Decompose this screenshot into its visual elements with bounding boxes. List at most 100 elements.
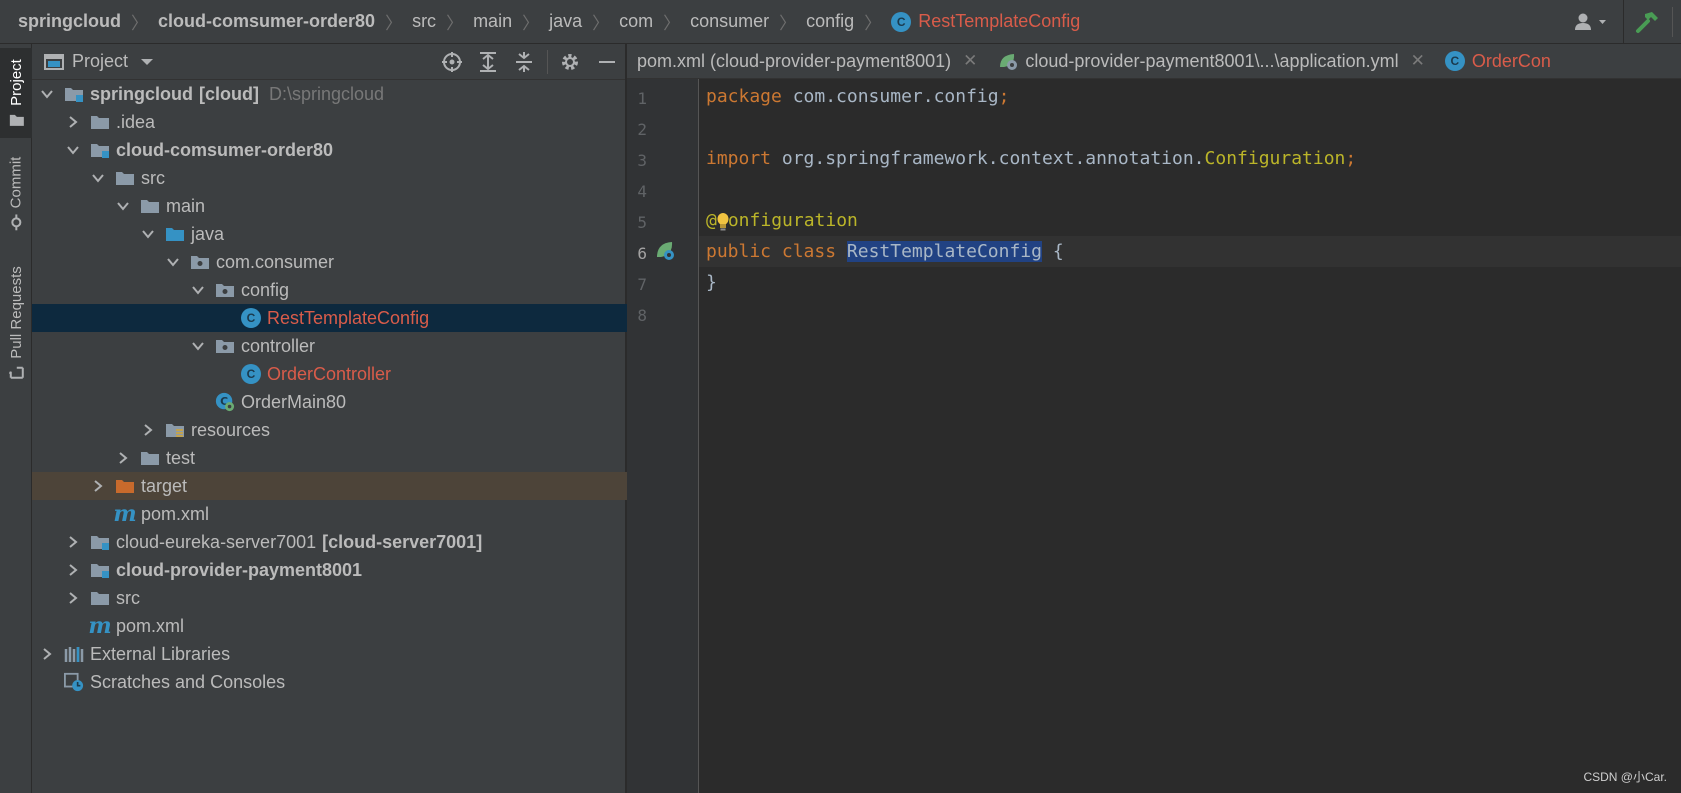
chevron-right-icon[interactable] — [64, 113, 82, 131]
editor-tab-bar: pom.xml (cloud-provider-payment8001) ✕ c… — [627, 44, 1681, 79]
breadcrumb-separator: 〉 — [864, 14, 882, 33]
package-icon — [215, 336, 235, 356]
chevron-right-icon[interactable] — [139, 421, 157, 439]
tree-row-cloud-eureka-server7001[interactable]: cloud-eureka-server7001 [cloud-server700… — [32, 528, 657, 556]
editor-tab-label: cloud-provider-payment8001\...\applicati… — [1025, 50, 1399, 71]
editor-tab-pom-xml[interactable]: pom.xml (cloud-provider-payment8001) ✕ — [627, 44, 987, 78]
tree-row-label: com.consumer — [216, 251, 335, 272]
chevron-down-icon[interactable] — [89, 169, 107, 187]
chevron-down-icon[interactable] — [139, 225, 157, 243]
tree-row-cloud-comsumer-order80[interactable]: cloud-comsumer-order80 — [32, 136, 657, 164]
crosshair-icon — [442, 52, 462, 72]
project-panel-title: Project — [72, 51, 129, 71]
chevron-down-icon[interactable] — [189, 337, 207, 355]
code-token: org.springframework.context.annotation. — [771, 148, 1205, 169]
tree-row-label: target — [141, 475, 188, 496]
tree-row-src[interactable]: src — [32, 164, 682, 192]
chevron-down-icon[interactable] — [64, 141, 82, 159]
editor-tab-application-yml[interactable]: cloud-provider-payment8001\...\applicati… — [987, 44, 1434, 78]
tool-tab-project[interactable]: Project — [0, 48, 32, 138]
breadcrumb-rest-template-config[interactable]: C RestTemplateConfig — [891, 11, 1080, 32]
chevron-right-icon[interactable] — [114, 449, 132, 467]
tree-row-label: controller — [241, 335, 316, 356]
module-folder-icon — [90, 560, 110, 580]
tree-row-label: cloud-comsumer-order80 — [116, 139, 334, 160]
breadcrumb-java[interactable]: java — [549, 11, 582, 32]
chevron-down-icon[interactable] — [189, 281, 207, 299]
breadcrumb-springcloud[interactable]: springcloud — [18, 11, 121, 32]
folder-icon — [90, 588, 110, 608]
toolbar-overflow[interactable] — [1672, 7, 1681, 37]
breadcrumb-separator: 〉 — [663, 14, 681, 33]
collapse-all-button[interactable] — [511, 50, 537, 74]
code-token: ; — [998, 86, 1010, 107]
bulb-icon[interactable] — [717, 212, 729, 230]
tree-row-main[interactable]: main — [32, 192, 707, 220]
code-token: com.consumer.config — [781, 86, 999, 107]
chevron-right-icon[interactable] — [38, 645, 56, 663]
breadcrumb-consumer[interactable]: consumer — [690, 11, 769, 32]
editor-tab-order-controller[interactable]: C OrderCon — [1435, 44, 1561, 78]
expand-all-button[interactable] — [475, 50, 501, 74]
chevron-down-icon[interactable] — [164, 253, 182, 271]
breadcrumb-separator: 〉 — [779, 14, 797, 33]
tree-row-label: springcloud — [90, 83, 193, 104]
tree-row-src-root[interactable]: src — [32, 584, 657, 612]
chevron-right-icon[interactable] — [64, 533, 82, 551]
hide-panel-button[interactable] — [594, 50, 620, 74]
class-icon: C — [241, 308, 261, 328]
chevron-right-icon[interactable] — [64, 589, 82, 607]
minimize-icon — [599, 61, 615, 63]
breadcrumb-src[interactable]: src — [412, 11, 436, 32]
tree-row-pom-xml[interactable]: m pom.xml — [32, 500, 682, 528]
tree-row-test[interactable]: test — [32, 444, 707, 472]
tree-row-label: .idea — [116, 111, 156, 132]
code-view[interactable]: package com.consumer.config; import org.… — [699, 79, 1681, 793]
close-icon[interactable]: ✕ — [1411, 51, 1425, 71]
chevron-down-icon[interactable] — [114, 197, 132, 215]
tree-row-scratches[interactable]: Scratches and Consoles — [32, 668, 631, 696]
tree-row-external-libraries[interactable]: External Libraries — [32, 640, 631, 668]
folder-icon — [90, 112, 110, 132]
class-icon: C — [1444, 51, 1465, 71]
tree-row-cloud-provider-payment8001[interactable]: cloud-provider-payment8001 — [32, 556, 657, 584]
chevron-right-icon[interactable] — [89, 477, 107, 495]
line-number: 6 — [637, 244, 647, 263]
close-icon[interactable]: ✕ — [963, 51, 977, 71]
editor-area: pom.xml (cloud-provider-payment8001) ✕ c… — [627, 44, 1681, 793]
tree-row-springcloud[interactable]: springcloud [cloud] D:\springcloud — [32, 80, 631, 108]
spring-bean-gutter-icon[interactable] — [654, 239, 678, 263]
tree-row-target[interactable]: target — [32, 472, 682, 500]
tree-row-pom-xml-root[interactable]: m pom.xml — [32, 612, 657, 640]
breadcrumb-main[interactable]: main — [473, 11, 512, 32]
code-line-5: @ onfiguration — [699, 205, 1681, 236]
tree-row-idea[interactable]: .idea — [32, 108, 657, 136]
breadcrumb-module[interactable]: cloud-comsumer-order80 — [158, 11, 375, 32]
tree-row-path: D:\springcloud — [269, 83, 385, 104]
header-divider — [547, 50, 548, 74]
scratches-icon — [64, 672, 84, 692]
gear-icon — [562, 54, 578, 70]
module-folder-icon — [90, 140, 110, 160]
code-line-7: } — [699, 267, 1681, 298]
chevron-down-icon[interactable] — [38, 85, 56, 103]
breadcrumb-config[interactable]: config — [806, 11, 854, 32]
editor-tab-label: OrderCon — [1471, 50, 1551, 71]
build-button[interactable] — [1623, 0, 1672, 44]
locate-file-button[interactable] — [439, 50, 465, 74]
tree-row-label: resources — [191, 419, 271, 440]
tool-tab-commit[interactable]: Commit — [0, 148, 32, 238]
tool-tab-commit-label: Commit — [7, 156, 25, 208]
panel-settings-button[interactable] — [557, 50, 583, 74]
project-view-selector[interactable]: Project — [44, 51, 154, 72]
chevron-right-icon[interactable] — [64, 561, 82, 579]
maven-icon: m — [113, 501, 137, 527]
folder-icon — [140, 448, 160, 468]
tool-tab-pull-requests[interactable]: Pull Requests — [0, 258, 32, 388]
user-menu-button[interactable] — [1561, 0, 1623, 44]
breadcrumb-com[interactable]: com — [619, 11, 653, 32]
tree-row-label: Scratches and Consoles — [90, 671, 286, 692]
line-number: 3 — [637, 151, 647, 170]
maven-icon: m — [88, 613, 112, 639]
tree-row-label: src — [141, 167, 165, 188]
